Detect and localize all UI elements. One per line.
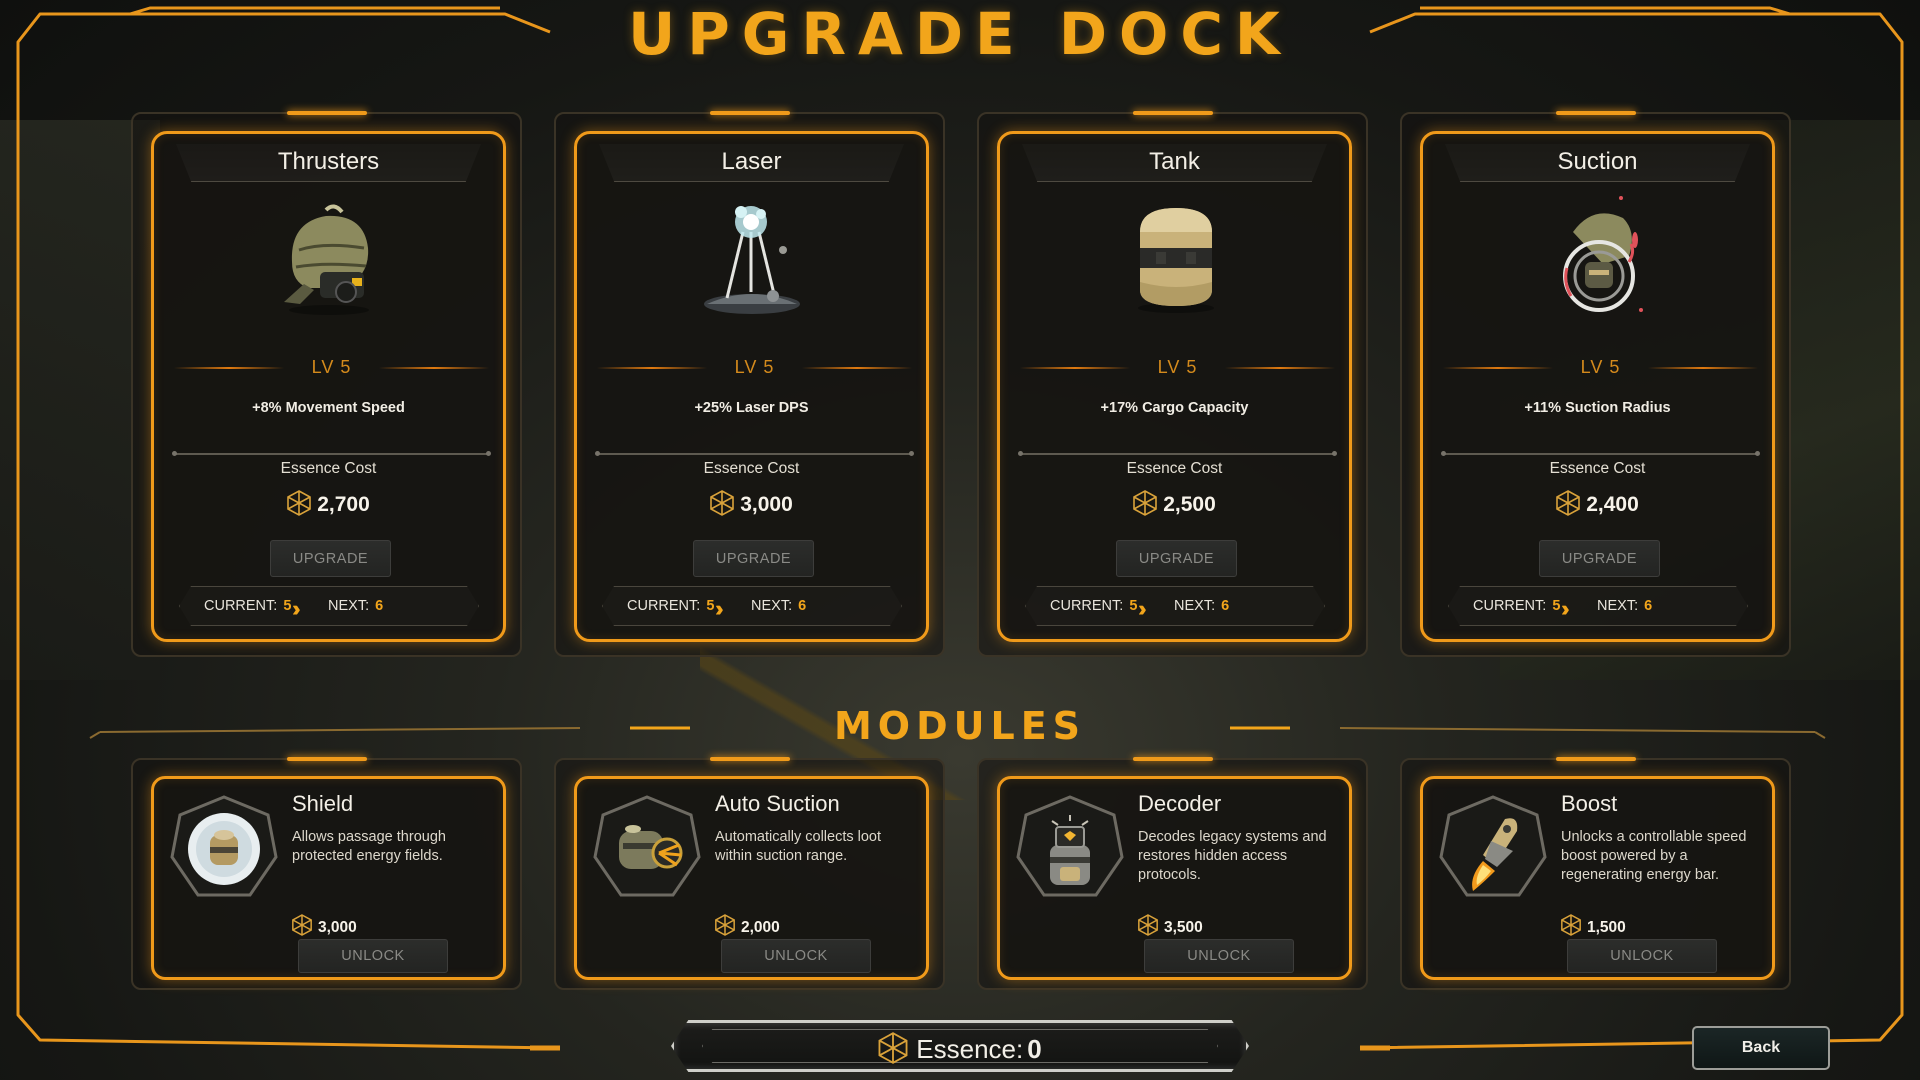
module-description: Decodes legacy systems and restores hidd… <box>1138 829 1327 883</box>
essence-gem-icon <box>1138 914 1158 936</box>
auto-suction-drone-icon <box>593 795 701 897</box>
upgrade-cost: 2,400 <box>1423 490 1772 517</box>
level-progress: CURRENT: 5 ›› NEXT: 6 <box>179 586 479 626</box>
module-description: Allows passage through protected energy … <box>292 829 446 864</box>
unlock-button[interactable]: UNLOCK <box>721 939 871 973</box>
upgrade-cost: 2,700 <box>154 490 503 517</box>
essence-gem-icon <box>878 1032 908 1064</box>
module-description: Unlocks a controllable speed boost power… <box>1561 829 1747 883</box>
level-progress: CURRENT: 5 ›› NEXT: 6 <box>1448 586 1748 626</box>
modules-title: MODULES <box>833 704 1087 748</box>
upgrade-card-suction: Suction LV 5 +11% Suction Radius Essence… <box>1400 111 1791 657</box>
chevron-right-icon: ›› <box>1561 596 1569 621</box>
module-cost: 1,500 <box>1561 914 1626 937</box>
chevron-right-icon: ›› <box>292 596 300 621</box>
module-card-boost: Boost Unlocks a controllable speed boost… <box>1400 757 1791 990</box>
chevron-right-icon: ›› <box>1138 596 1146 621</box>
essence-cost-label: Essence Cost <box>703 460 800 477</box>
essence-gem-icon <box>1556 490 1581 516</box>
module-cost: 3,000 <box>292 914 357 937</box>
upgrade-description: +8% Movement Speed <box>252 400 405 416</box>
essence-counter: Essence: 0 <box>671 1020 1249 1072</box>
upgrade-level: LV 5 <box>1157 357 1198 377</box>
module-description: Automatically collects loot within sucti… <box>715 829 882 864</box>
level-progress: CURRENT: 5 ›› NEXT: 6 <box>1025 586 1325 626</box>
upgrade-card-laser: Laser LV 5 +25% Laser DPS Essence Cost 3… <box>554 111 945 657</box>
module-card-shield: Shield Allows passage through protected … <box>131 757 522 990</box>
essence-gem-icon <box>1133 490 1158 516</box>
upgrade-button[interactable]: UPGRADE <box>1116 540 1237 577</box>
shield-orb-icon <box>170 795 278 897</box>
module-cost: 3,500 <box>1138 914 1203 937</box>
unlock-button[interactable]: UNLOCK <box>1144 939 1294 973</box>
essence-gem-icon <box>715 914 735 936</box>
essence-cost-label: Essence Cost <box>1126 460 1223 477</box>
module-name: Shield <box>292 791 354 816</box>
level-progress: CURRENT: 5 ›› NEXT: 6 <box>602 586 902 626</box>
upgrade-button[interactable]: UPGRADE <box>270 540 391 577</box>
module-name: Boost <box>1561 791 1618 816</box>
module-name: Auto Suction <box>715 791 840 816</box>
essence-cost-label: Essence Cost <box>1549 460 1646 477</box>
upgrade-cost: 2,500 <box>1000 490 1349 517</box>
module-card-decoder: Decoder Decodes legacy systems and resto… <box>977 757 1368 990</box>
upgrade-description: +11% Suction Radius <box>1524 400 1671 416</box>
upgrade-cost: 3,000 <box>577 490 926 517</box>
module-name: Decoder <box>1138 791 1222 816</box>
upgrade-level: LV 5 <box>734 357 775 377</box>
module-grid: Shield Allows passage through protected … <box>131 757 1791 990</box>
module-cost: 2,000 <box>715 914 780 937</box>
essence-label: Essence: <box>916 1034 1024 1064</box>
upgrade-name: Laser <box>721 148 782 175</box>
upgrade-level: LV 5 <box>311 357 352 377</box>
thruster-pod-icon <box>284 204 369 315</box>
module-card-auto-suction: Auto Suction Automatically collects loot… <box>554 757 945 990</box>
cargo-tank-icon <box>1138 208 1214 313</box>
upgrade-grid: Thrusters LV 5 +8% Movement Speed Essenc… <box>131 111 1791 657</box>
page-title: UPGRADE DOCK <box>628 0 1292 68</box>
essence-cost-label: Essence Cost <box>280 460 377 477</box>
upgrade-name: Thrusters <box>277 148 380 175</box>
chevron-right-icon: ›› <box>715 596 723 621</box>
decoder-device-icon <box>1016 795 1124 897</box>
essence-gem-icon <box>292 914 312 936</box>
laser-tripod-icon <box>704 206 800 314</box>
essence-gem-icon <box>287 490 312 516</box>
upgrade-card-tank: Tank LV 5 +17% Cargo Capacity Essence Co… <box>977 111 1368 657</box>
essence-gem-icon <box>1561 914 1581 936</box>
essence-gem-icon <box>710 490 735 516</box>
upgrade-name: Suction <box>1557 148 1638 175</box>
upgrade-card-thrusters: Thrusters LV 5 +8% Movement Speed Essenc… <box>131 111 522 657</box>
essence-value: 0 <box>1027 1034 1042 1064</box>
back-button[interactable]: Back <box>1692 1026 1830 1070</box>
upgrade-name: Tank <box>1149 148 1200 175</box>
unlock-button[interactable]: UNLOCK <box>1567 939 1717 973</box>
upgrade-description: +17% Cargo Capacity <box>1100 400 1249 416</box>
boost-rocket-icon <box>1439 795 1547 897</box>
upgrade-button[interactable]: UPGRADE <box>693 540 814 577</box>
suction-ring-icon <box>1563 196 1643 312</box>
upgrade-level: LV 5 <box>1580 357 1621 377</box>
upgrade-button[interactable]: UPGRADE <box>1539 540 1660 577</box>
unlock-button[interactable]: UNLOCK <box>298 939 448 973</box>
upgrade-description: +25% Laser DPS <box>694 400 809 416</box>
